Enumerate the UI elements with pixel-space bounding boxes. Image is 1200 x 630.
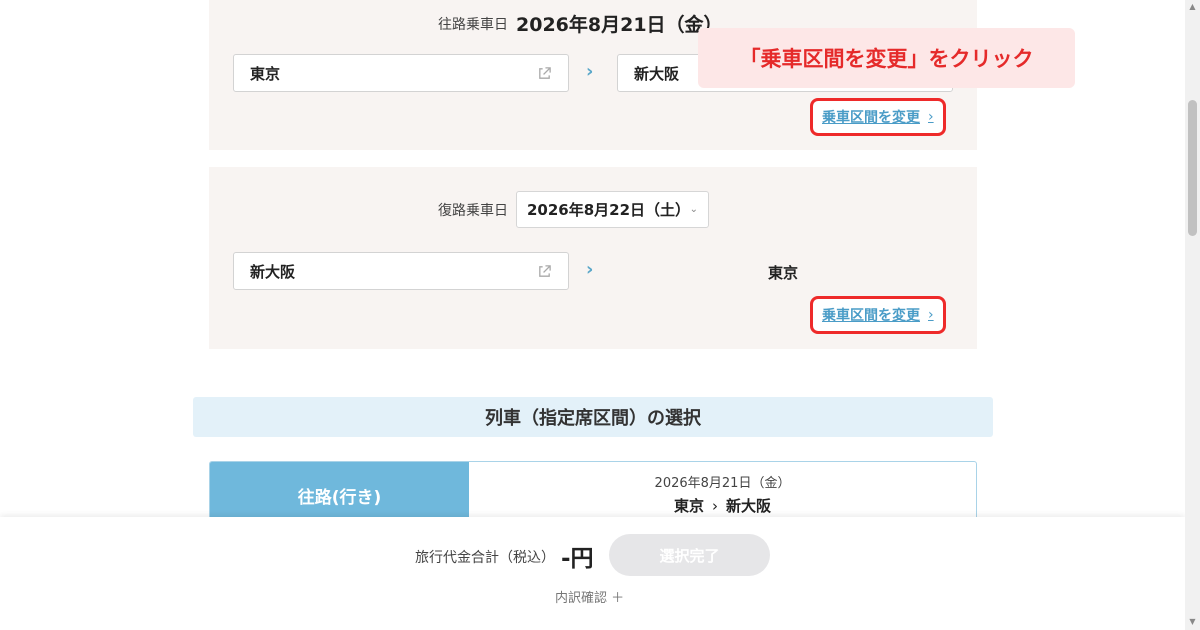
scrollbar-thumb[interactable] [1188, 100, 1197, 236]
breakdown-toggle[interactable]: 内訳確認 ＋ [555, 587, 624, 606]
total-label: 旅行代金合計（税込） [415, 550, 555, 566]
return-date-row: 復路乗車日 2026年8月22日（土） ⌄ [438, 191, 709, 228]
chevron-down-icon: ⌄ [689, 204, 698, 215]
return-to-station: 東京 [768, 264, 799, 282]
outbound-from-label: 東京 [250, 64, 281, 83]
return-from-station[interactable]: 新大阪 [233, 252, 569, 290]
page: 往路乗車日 2026年8月21日（金） 東京 › 新大阪 乗車区間を変更 › 「… [0, 0, 1200, 630]
footer-bar: 旅行代金合計（税込） -円 選択完了 内訳確認 ＋ [0, 517, 1185, 630]
return-date-label: 復路乗車日 [438, 202, 508, 219]
chevron-right-icon: › [928, 307, 934, 323]
scroll-up-icon[interactable]: ▲ [1188, 2, 1197, 11]
route-separator-icon: › [712, 497, 718, 515]
instruction-callout: 「乗車区間を変更」をクリック [698, 28, 1075, 88]
train-from: 東京 [673, 497, 704, 515]
outbound-change-section-link[interactable]: 乗車区間を変更 › [810, 98, 946, 136]
return-date-select[interactable]: 2026年8月22日（土） ⌄ [516, 191, 709, 228]
scrollbar-track[interactable] [1185, 0, 1200, 630]
outbound-change-label: 乗車区間を変更 [822, 110, 920, 126]
train-info: 2026年8月21日（金） 東京 › 新大阪 [469, 472, 976, 516]
route-arrow-icon: › [586, 259, 594, 280]
external-link-icon [539, 264, 551, 277]
return-panel: 復路乗車日 2026年8月22日（土） ⌄ 新大阪 › 東京 乗車区間を変更 › [209, 167, 977, 349]
section-title: 列車（指定席区間）の選択 [193, 397, 993, 437]
return-date-value: 2026年8月22日（土） [527, 201, 691, 219]
external-link-icon [539, 66, 551, 79]
return-change-label: 乗車区間を変更 [822, 308, 920, 324]
outbound-date-label: 往路乗車日 [438, 16, 508, 33]
outbound-from-station[interactable]: 東京 [233, 54, 569, 92]
return-change-section-link[interactable]: 乗車区間を変更 › [810, 296, 946, 334]
complete-selection-button[interactable]: 選択完了 [609, 534, 770, 576]
train-route: 東京 › 新大阪 [469, 495, 976, 516]
chevron-right-icon: › [928, 109, 934, 125]
scroll-down-icon[interactable]: ▼ [1188, 617, 1197, 626]
total-value: -円 [561, 546, 594, 572]
train-date: 2026年8月21日（金） [654, 476, 791, 491]
outbound-date-row: 往路乗車日 2026年8月21日（金） [438, 10, 723, 37]
outbound-to-label: 新大阪 [634, 64, 680, 83]
route-arrow-icon: › [586, 61, 594, 82]
outbound-date-value: 2026年8月21日（金） [516, 14, 723, 36]
return-from-label: 新大阪 [250, 262, 296, 281]
train-to: 新大阪 [726, 497, 772, 515]
